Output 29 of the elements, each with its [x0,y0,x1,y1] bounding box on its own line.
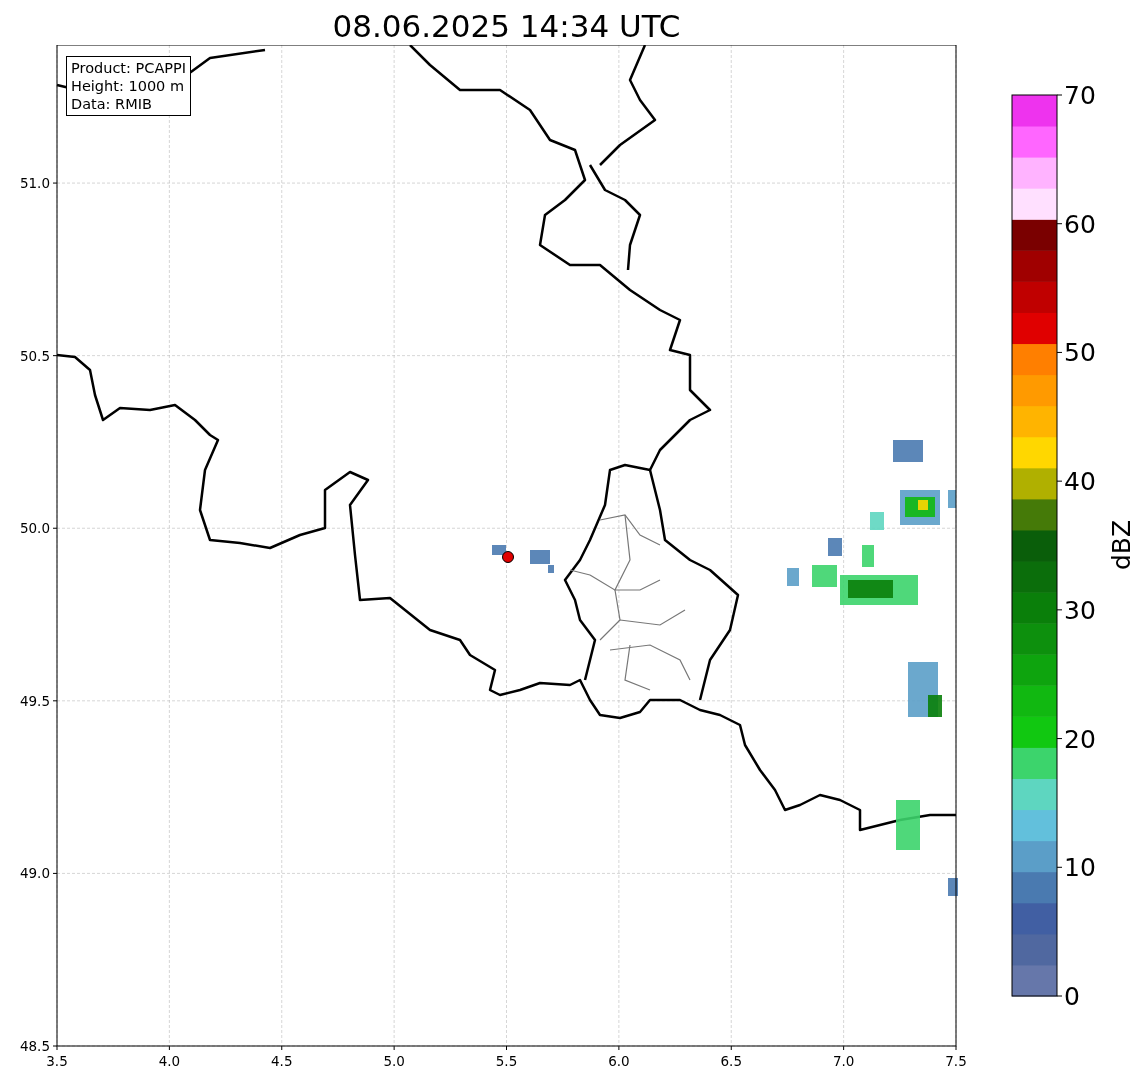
colorbar-tick-label: 60 [1064,209,1096,239]
x-tick-label: 6.0 [608,1053,630,1069]
colorbar-tick-label: 70 [1064,81,1096,110]
colorbar-tick-label: 50 [1064,338,1096,368]
radar-site-marker [502,551,514,563]
x-tick-label: 6.5 [720,1053,742,1069]
y-tick-label: 49.0 [19,865,50,882]
x-tick-label: 5.0 [383,1053,405,1069]
colorbar-tick-label: 30 [1064,595,1096,625]
x-tick-label: 7.5 [945,1053,967,1069]
y-tick-label: 51.0 [19,175,50,192]
info-text: Data: RMIB [71,95,153,113]
info-text: Product: PCAPPI [71,59,187,77]
x-tick-label: 7.0 [832,1053,855,1069]
y-tick-label: 50.0 [19,520,50,537]
x-tick-label: 3.5 [46,1053,68,1069]
x-tick-label: 4.0 [158,1053,181,1069]
y-tick-label: 48.5 [19,1038,50,1054]
colorbar-tick-label: 40 [1064,467,1096,497]
y-tick-label: 50.5 [19,347,50,364]
info-text: Height: 1000 m [71,77,186,95]
colorbar-tick-label: 0 [1064,982,1080,1011]
colorbar-label: dBZ [1107,519,1136,571]
colorbar-tick-label: 10 [1064,853,1096,883]
chart-title: 08.06.2025 14:34 UTC [331,7,682,45]
x-tick-label: 4.5 [271,1053,293,1069]
y-tick-label: 49.5 [19,692,50,709]
x-tick-label: 5.5 [495,1053,518,1069]
colorbar-tick-label: 20 [1064,724,1096,754]
